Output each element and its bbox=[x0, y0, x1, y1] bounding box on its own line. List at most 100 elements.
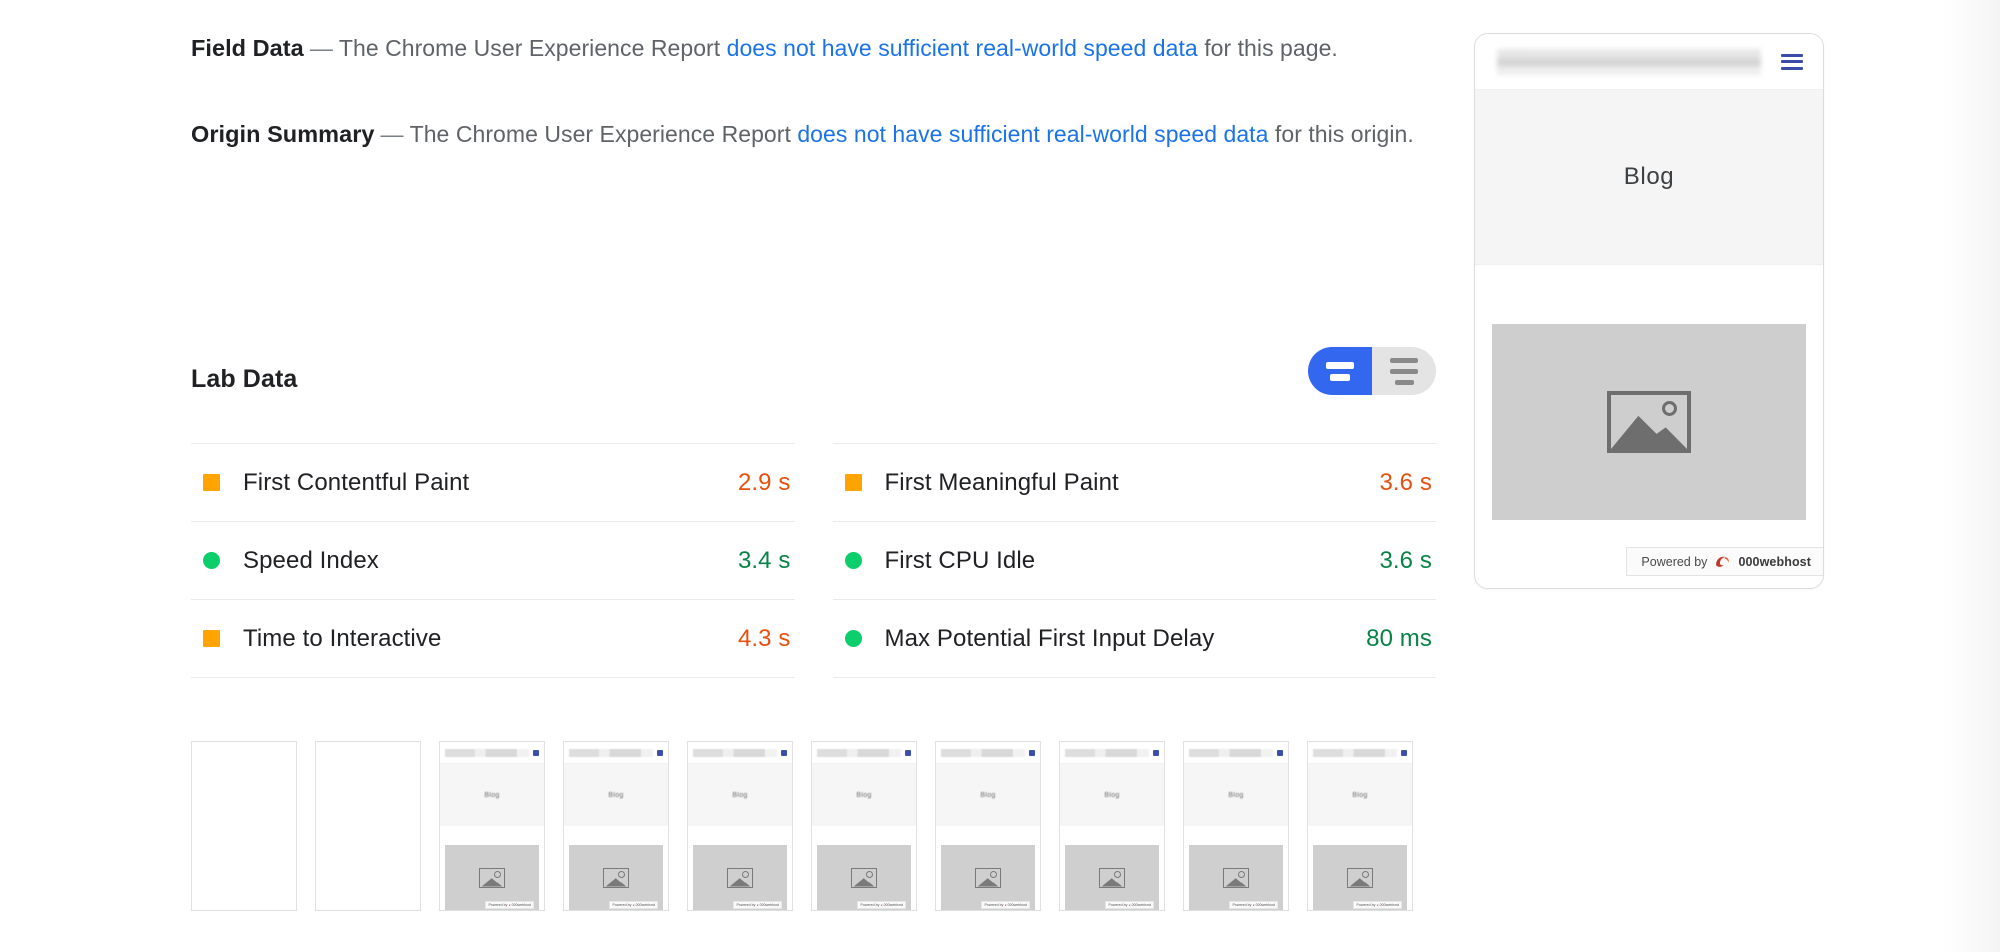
webhost-logo-icon bbox=[1714, 554, 1731, 569]
field-data-text-before: The Chrome User Experience Report bbox=[338, 35, 727, 61]
frame-image-placeholder: Powered by ◕ 000webhost bbox=[693, 845, 787, 910]
webhost-logo-icon: ◕ bbox=[756, 903, 759, 907]
webhost-logo-icon: ◕ bbox=[880, 903, 883, 907]
metric-label: Speed Index bbox=[243, 546, 379, 574]
frame-image-placeholder: Powered by ◕ 000webhost bbox=[1189, 845, 1283, 910]
hamburger-icon[interactable] bbox=[1781, 53, 1803, 70]
frame-hero-title: Blog bbox=[1352, 791, 1368, 799]
filmstrip-frame[interactable]: Blog Powered by ◕ 000webhost bbox=[811, 741, 917, 911]
final-screenshot-preview: Blog Powered by 000webhost bbox=[1474, 33, 1824, 589]
origin-summary-text-after: for this origin. bbox=[1268, 121, 1414, 147]
origin-summary-text-before: The Chrome User Experience Report bbox=[409, 121, 798, 147]
image-icon-sun bbox=[1662, 401, 1677, 416]
powered-by-badge: Powered by ◕ 000webhost bbox=[485, 901, 534, 909]
powered-by-text: Powered by bbox=[1108, 903, 1128, 907]
compact-view-toggle-button[interactable] bbox=[1308, 347, 1372, 395]
hamburger-icon bbox=[1153, 749, 1159, 756]
frame-hero-title: Blog bbox=[856, 791, 872, 799]
metric-row[interactable]: First Contentful Paint 2.9 s bbox=[191, 444, 795, 522]
frame-site-header bbox=[812, 742, 916, 764]
metric-row[interactable]: First Meaningful Paint 3.6 s bbox=[832, 444, 1436, 522]
hamburger-icon bbox=[657, 749, 663, 756]
webhost-logo-icon: ◕ bbox=[1004, 903, 1007, 907]
expanded-view-icon-bar-3 bbox=[1394, 379, 1414, 385]
frame-image-placeholder: Powered by ◕ 000webhost bbox=[941, 845, 1035, 910]
webhost-logo-icon: ◕ bbox=[1376, 903, 1379, 907]
expanded-view-toggle-button[interactable] bbox=[1372, 347, 1436, 395]
metrics-column-left: First Contentful Paint 2.9 s Speed Index 3.… bbox=[191, 443, 795, 678]
frame-site-logo bbox=[445, 748, 529, 757]
frame-hero-title: Blog bbox=[608, 791, 624, 799]
metric-row[interactable]: First CPU Idle 3.6 s bbox=[832, 522, 1436, 600]
webhost-brand-name: 000webhost bbox=[1738, 554, 1811, 569]
powered-by-text: Powered by bbox=[736, 903, 756, 907]
frame-site-header bbox=[688, 742, 792, 764]
frame-site-header bbox=[936, 742, 1040, 764]
frame-hero-section: Blog bbox=[1184, 764, 1288, 826]
hamburger-icon bbox=[1029, 749, 1035, 756]
status-circle-icon bbox=[844, 630, 862, 647]
frame-image-placeholder: Powered by ◕ 000webhost bbox=[445, 845, 539, 910]
image-placeholder-icon bbox=[1223, 867, 1249, 888]
metric-label: First Meaningful Paint bbox=[884, 468, 1119, 496]
powered-by-badge: Powered by ◕ 000webhost bbox=[733, 901, 782, 909]
filmstrip-frame[interactable]: Blog Powered by ◕ 000webhost bbox=[687, 741, 793, 911]
frame-image-placeholder: Powered by ◕ 000webhost bbox=[1065, 845, 1159, 910]
powered-by-text: Powered by bbox=[860, 903, 880, 907]
filmstrip-frame[interactable]: Blog Powered by ◕ 000webhost bbox=[563, 741, 669, 911]
metric-row[interactable]: Speed Index 3.4 s bbox=[191, 522, 795, 600]
webhost-brand-name: 000webhost bbox=[635, 903, 655, 907]
hamburger-icon bbox=[1401, 749, 1407, 756]
filmstrip-frame[interactable]: Blog Powered by ◕ 000webhost bbox=[439, 741, 545, 911]
filmstrip-frame[interactable]: Blog Powered by ◕ 000webhost bbox=[935, 741, 1041, 911]
frame-hero-title: Blog bbox=[1104, 791, 1120, 799]
lab-data-view-toggle[interactable] bbox=[1308, 347, 1436, 395]
webhost-brand-name: 000webhost bbox=[1131, 903, 1151, 907]
image-placeholder-icon bbox=[851, 867, 877, 888]
metric-label: First CPU Idle bbox=[884, 546, 1036, 574]
image-placeholder-icon bbox=[1099, 867, 1125, 888]
powered-by-badge: Powered by ◕ 000webhost bbox=[1105, 901, 1154, 909]
webhost-logo-icon: ◕ bbox=[1252, 903, 1255, 907]
filmstrip-frame[interactable]: Blog Powered by ◕ 000webhost bbox=[1307, 741, 1413, 911]
metric-label: First Contentful Paint bbox=[243, 468, 470, 496]
filmstrip-frame[interactable] bbox=[315, 741, 421, 911]
frame-image-placeholder: Powered by ◕ 000webhost bbox=[569, 845, 663, 910]
metric-row[interactable]: Max Potential First Input Delay 80 ms bbox=[832, 600, 1436, 678]
frame-hero-section: Blog bbox=[812, 764, 916, 826]
origin-summary-link[interactable]: does not have sufficient real-world spee… bbox=[797, 121, 1268, 147]
preview-spacer bbox=[1475, 265, 1823, 321]
preview-site-logo bbox=[1497, 48, 1761, 75]
metric-value: 3.4 s bbox=[737, 546, 791, 574]
origin-summary-dash: — bbox=[380, 121, 404, 147]
preview-hero-section: Blog bbox=[1475, 90, 1823, 265]
compact-view-icon-bar-1 bbox=[1326, 361, 1354, 369]
metric-label: Time to Interactive bbox=[243, 624, 442, 652]
webhost-brand-name: 000webhost bbox=[759, 903, 779, 907]
metric-value: 4.3 s bbox=[737, 624, 791, 652]
field-data-text-after: for this page. bbox=[1197, 35, 1338, 61]
webhost-brand-name: 000webhost bbox=[883, 903, 903, 907]
metric-label: Max Potential First Input Delay bbox=[884, 624, 1215, 652]
filmstrip-frame[interactable]: Blog Powered by ◕ 000webhost bbox=[1059, 741, 1165, 911]
powered-by-text: Powered by bbox=[1641, 554, 1708, 569]
metric-row[interactable]: Time to Interactive 4.3 s bbox=[191, 600, 795, 678]
compact-view-icon-bar-2 bbox=[1330, 373, 1350, 381]
field-data-link[interactable]: does not have sufficient real-world spee… bbox=[727, 35, 1198, 61]
hamburger-icon bbox=[905, 749, 911, 756]
status-circle-icon bbox=[203, 552, 220, 569]
frame-hero-section: Blog bbox=[936, 764, 1040, 826]
webhost-brand-name: 000webhost bbox=[1379, 903, 1399, 907]
metric-value: 3.6 s bbox=[1379, 546, 1432, 574]
filmstrip-frame[interactable]: Blog Powered by ◕ 000webhost bbox=[1183, 741, 1289, 911]
frame-hero-title: Blog bbox=[980, 791, 996, 799]
field-data-paragraph: Field Data — The Chrome User Experience Re… bbox=[191, 0, 1436, 69]
powered-by-text: Powered by bbox=[1232, 903, 1252, 907]
frame-hero-section: Blog bbox=[564, 764, 668, 826]
frame-site-logo bbox=[941, 748, 1025, 757]
field-data-dash: — bbox=[309, 35, 333, 61]
frame-site-header bbox=[1308, 742, 1412, 764]
filmstrip-frame[interactable] bbox=[191, 741, 297, 911]
image-placeholder-icon bbox=[975, 867, 1001, 888]
webhost-brand-name: 000webhost bbox=[1007, 903, 1027, 907]
